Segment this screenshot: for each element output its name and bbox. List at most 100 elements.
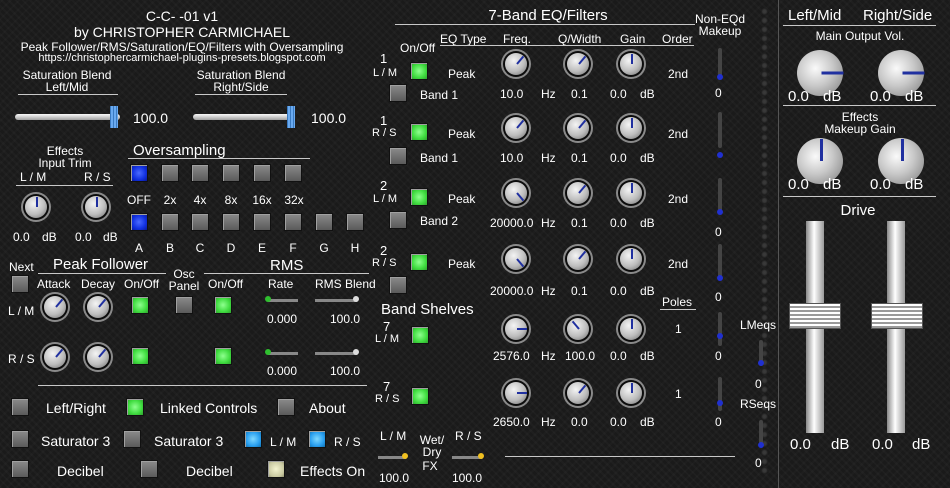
decibel-b-toggle[interactable]	[140, 460, 158, 478]
oversampling-off-button[interactable]	[130, 164, 148, 182]
osc-panel-button[interactable]	[175, 296, 193, 314]
band-type[interactable]: Peak	[448, 128, 475, 140]
rs-select-toggle[interactable]	[308, 430, 326, 448]
band-type[interactable]: Peak	[448, 258, 475, 270]
band-onoff-toggle[interactable]	[411, 387, 429, 405]
oversampling-mode-f-button[interactable]	[284, 213, 302, 231]
next-button[interactable]	[11, 275, 29, 293]
oversampling-4x-button[interactable]	[191, 164, 209, 182]
band-gain-knob[interactable]	[620, 182, 642, 204]
sat-blend-left-slider[interactable]	[15, 114, 120, 120]
saturator3-a-toggle[interactable]	[11, 430, 29, 448]
sat-blend-right-slider[interactable]	[193, 114, 293, 120]
band-onoff-toggle[interactable]	[410, 188, 428, 206]
band-freq-knob[interactable]	[505, 318, 527, 340]
band-order[interactable]: 2nd	[668, 193, 688, 205]
rms-blend-lm-slider[interactable]	[315, 299, 357, 302]
pf-lm-onoff-toggle[interactable]	[131, 296, 149, 314]
band-freq-knob[interactable]	[505, 248, 527, 270]
drive-left-thumb[interactable]	[789, 303, 841, 329]
band-order[interactable]: 2nd	[668, 128, 688, 140]
rseqs-thumb[interactable]	[758, 442, 764, 448]
rms-rate-rs-slider[interactable]	[268, 352, 298, 355]
sat-blend-left-thumb[interactable]	[110, 106, 118, 128]
band-onoff-toggle[interactable]	[410, 123, 428, 141]
band-q-knob[interactable]	[567, 117, 589, 139]
band-makeup-slider[interactable]	[718, 312, 722, 346]
band-select-button[interactable]	[389, 84, 407, 102]
decibel-a-toggle[interactable]	[11, 460, 29, 478]
band-onoff-toggle[interactable]	[410, 253, 428, 271]
band-onoff-toggle[interactable]	[410, 62, 428, 80]
band-freq-knob[interactable]	[505, 382, 527, 404]
band-order[interactable]: 2nd	[668, 68, 688, 80]
band-makeup-thumb[interactable]	[717, 209, 723, 215]
oversampling-mode-h-button[interactable]	[346, 213, 364, 231]
input-trim-rs-knob[interactable]	[85, 196, 107, 218]
band-q-knob[interactable]	[567, 53, 589, 75]
band-makeup-thumb[interactable]	[717, 333, 723, 339]
band-makeup-thumb[interactable]	[717, 152, 723, 158]
saturator3-b-toggle[interactable]	[123, 430, 141, 448]
band-select-button[interactable]	[389, 211, 407, 229]
rms-lm-onoff-toggle[interactable]	[214, 296, 232, 314]
band-select-button[interactable]	[389, 147, 407, 165]
linked-controls-toggle[interactable]	[126, 398, 144, 416]
band-q-knob[interactable]	[567, 318, 589, 340]
band-makeup-thumb[interactable]	[717, 74, 723, 80]
rms-blend-rs-thumb[interactable]	[353, 349, 359, 355]
oversampling-2x-button[interactable]	[161, 164, 179, 182]
effects-on-toggle[interactable]	[267, 460, 285, 478]
oversampling-mode-c-button[interactable]	[191, 213, 209, 231]
band-freq-knob[interactable]	[505, 53, 527, 75]
rms-rate-lm-thumb[interactable]	[265, 296, 271, 302]
lm-select-toggle[interactable]	[244, 430, 262, 448]
band-gain-knob[interactable]	[620, 248, 642, 270]
about-button[interactable]	[277, 398, 295, 416]
band-makeup-thumb[interactable]	[717, 275, 723, 281]
band-poles[interactable]: 1	[675, 388, 682, 400]
band-makeup-slider[interactable]	[718, 112, 722, 148]
lmeqs-thumb[interactable]	[758, 360, 764, 366]
decay-lm-knob[interactable]	[87, 296, 109, 318]
oversampling-32x-button[interactable]	[284, 164, 302, 182]
attack-rs-knob[interactable]	[44, 346, 66, 368]
rms-blend-lm-thumb[interactable]	[353, 296, 359, 302]
band-select-button[interactable]	[389, 276, 407, 294]
oversampling-mode-e-button[interactable]	[253, 213, 271, 231]
band-order[interactable]: 2nd	[668, 258, 688, 270]
band-onoff-toggle[interactable]	[411, 326, 429, 344]
band-gain-knob[interactable]	[620, 382, 642, 404]
decay-rs-knob[interactable]	[87, 346, 109, 368]
oversampling-mode-g-button[interactable]	[315, 213, 333, 231]
wetdry-lm-thumb[interactable]	[402, 453, 408, 459]
rms-rs-onoff-toggle[interactable]	[214, 347, 232, 365]
left-right-toggle[interactable]	[11, 398, 29, 416]
oversampling-16x-button[interactable]	[253, 164, 271, 182]
oversampling-mode-b-button[interactable]	[161, 213, 179, 231]
oversampling-8x-button[interactable]	[222, 164, 240, 182]
pf-rs-onoff-toggle[interactable]	[131, 347, 149, 365]
band-type[interactable]: Peak	[448, 193, 475, 205]
attack-lm-knob[interactable]	[44, 296, 66, 318]
band-q-knob[interactable]	[567, 182, 589, 204]
rms-blend-rs-slider[interactable]	[315, 352, 357, 355]
band-freq-knob[interactable]	[505, 182, 527, 204]
band-q-knob[interactable]	[567, 382, 589, 404]
rms-rate-rs-thumb[interactable]	[265, 349, 271, 355]
band-gain-knob[interactable]	[620, 117, 642, 139]
drive-right-thumb[interactable]	[871, 303, 923, 329]
band-makeup-thumb[interactable]	[717, 400, 723, 406]
band-gain-knob[interactable]	[620, 53, 642, 75]
sat-blend-right-thumb[interactable]	[287, 106, 295, 128]
oversampling-mode-a-button[interactable]	[130, 213, 148, 231]
oversampling-mode-d-button[interactable]	[222, 213, 240, 231]
band-freq-knob[interactable]	[505, 117, 527, 139]
input-trim-lm-knob[interactable]	[25, 196, 47, 218]
wetdry-rs-thumb[interactable]	[478, 453, 484, 459]
band-gain-knob[interactable]	[620, 318, 642, 340]
band-type[interactable]: Peak	[448, 68, 475, 80]
band-poles[interactable]: 1	[675, 323, 682, 335]
band-q-knob[interactable]	[567, 248, 589, 270]
rms-rate-lm-slider[interactable]	[268, 299, 298, 302]
